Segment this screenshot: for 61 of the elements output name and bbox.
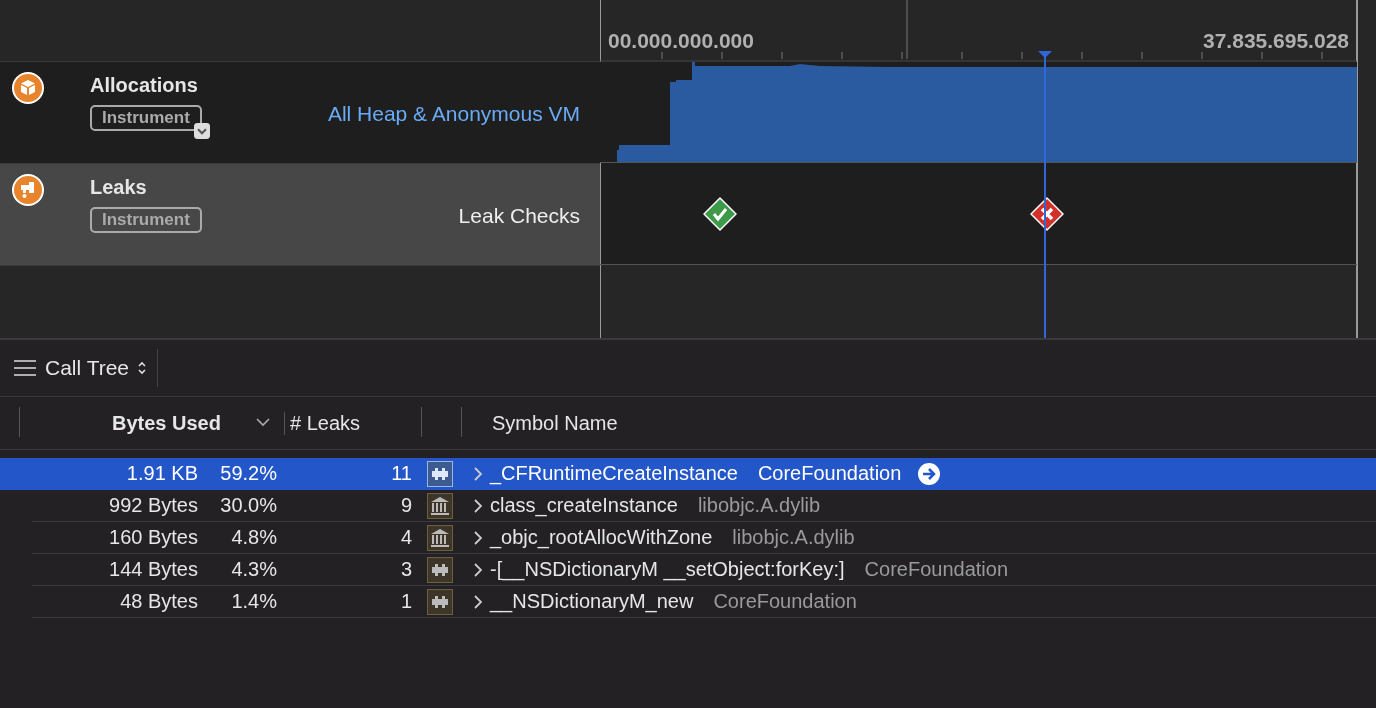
box-icon (12, 72, 44, 104)
symbol-name: __NSDictionaryM_new (490, 590, 694, 613)
puzzle-icon (427, 460, 453, 487)
puzzle-icon (427, 556, 453, 583)
playhead[interactable] (1038, 51, 1052, 338)
building-icon (427, 492, 453, 519)
list-icon (13, 358, 37, 378)
library-name: CoreFoundation (713, 590, 857, 613)
leaks-cell-text: 1 (399, 590, 412, 613)
bytes-cell-text: 1.91 KB (125, 462, 198, 485)
cross-marker-icon[interactable] (1030, 197, 1064, 231)
track-detail[interactable]: All Heap & Anonymous VM (327, 102, 580, 126)
call-tree-row[interactable]: 992 Bytes 30.0% 9 class_createInstance libobjc.A.dylib (32, 490, 1376, 522)
column-header[interactable]: # Leaks (284, 411, 361, 435)
dropdown-icon[interactable] (193, 123, 210, 139)
track-row[interactable]: Allocations Instrument All Heap & Anonymous VM (0, 62, 600, 164)
percent-cell-text: 4.3% (230, 558, 277, 581)
bytes-cell-text: 160 Bytes (108, 526, 198, 549)
puzzle-icon (427, 588, 453, 615)
track-detail: Leak Checks (458, 204, 580, 228)
call-tree-row[interactable]: 1.91 KB 59.2% 11 _CFRuntimeCreateInstance CoreFoundation (0, 458, 1376, 490)
sort-chevron-icon[interactable] (256, 417, 270, 427)
end-time: 37.835.695.028 (1203, 29, 1349, 52)
disclosure-chevron-icon[interactable] (473, 593, 483, 610)
call-tree-row[interactable]: 160 Bytes 4.8% 4 _objc_rootAllocWithZone libobjc.A.dylib (32, 522, 1376, 554)
bytes-cell-text: 144 Bytes (108, 558, 198, 581)
start-time: 00.000.000.000 (608, 29, 754, 52)
bytes-cell-text: 992 Bytes (108, 494, 198, 517)
library-name: CoreFoundation (757, 462, 902, 485)
arrow-circle-icon[interactable] (917, 461, 942, 486)
percent-cell-text: 1.4% (230, 590, 277, 613)
disclosure-chevron-icon[interactable] (473, 497, 483, 514)
call-tree-row[interactable]: 144 Bytes 4.3% 3 -[__NSDictionaryM __setObject:forKey:] CoreFoundation (32, 554, 1376, 586)
leaks-cell-text: 3 (399, 558, 412, 581)
track-row[interactable]: Leaks Instrument Leak Checks (0, 164, 600, 266)
call-tree-row[interactable]: 48 Bytes 1.4% 1 __NSDictionaryM_new CoreFoundation (32, 586, 1376, 618)
instrument-tag: Instrument (90, 207, 202, 233)
building-icon (427, 524, 453, 551)
library-name: libobjc.A.dylib (732, 526, 855, 549)
stepper-icon (137, 360, 148, 376)
leaks-cell-text: 11 (390, 462, 412, 485)
column-header[interactable]: Symbol Name (492, 411, 618, 435)
symbol-name: _CFRuntimeCreateInstance (490, 462, 738, 485)
symbol-name: _objc_rootAllocWithZone (490, 526, 713, 549)
symbol-name: -[__NSDictionaryM __setObject:forKey:] (490, 558, 845, 581)
column-header[interactable]: Bytes Used (112, 411, 221, 435)
library-name: CoreFoundation (864, 558, 1009, 581)
view-mode-selector[interactable]: Call Tree (13, 356, 148, 380)
leaks-cell-text: 9 (399, 494, 412, 517)
check-marker-icon[interactable] (703, 197, 737, 231)
leaks-cell-text: 4 (399, 526, 412, 549)
percent-cell-text: 30.0% (219, 494, 277, 517)
track-name: Leaks (90, 176, 147, 199)
symbol-name: class_createInstance (490, 494, 678, 517)
bytes-cell-text: 48 Bytes (119, 590, 198, 613)
percent-cell-text: 59.2% (219, 462, 277, 485)
disclosure-chevron-icon[interactable] (473, 561, 483, 578)
track-name: Allocations (90, 74, 198, 97)
percent-cell-text: 4.8% (230, 526, 277, 549)
library-name: libobjc.A.dylib (697, 494, 821, 517)
disclosure-chevron-icon[interactable] (473, 529, 483, 546)
